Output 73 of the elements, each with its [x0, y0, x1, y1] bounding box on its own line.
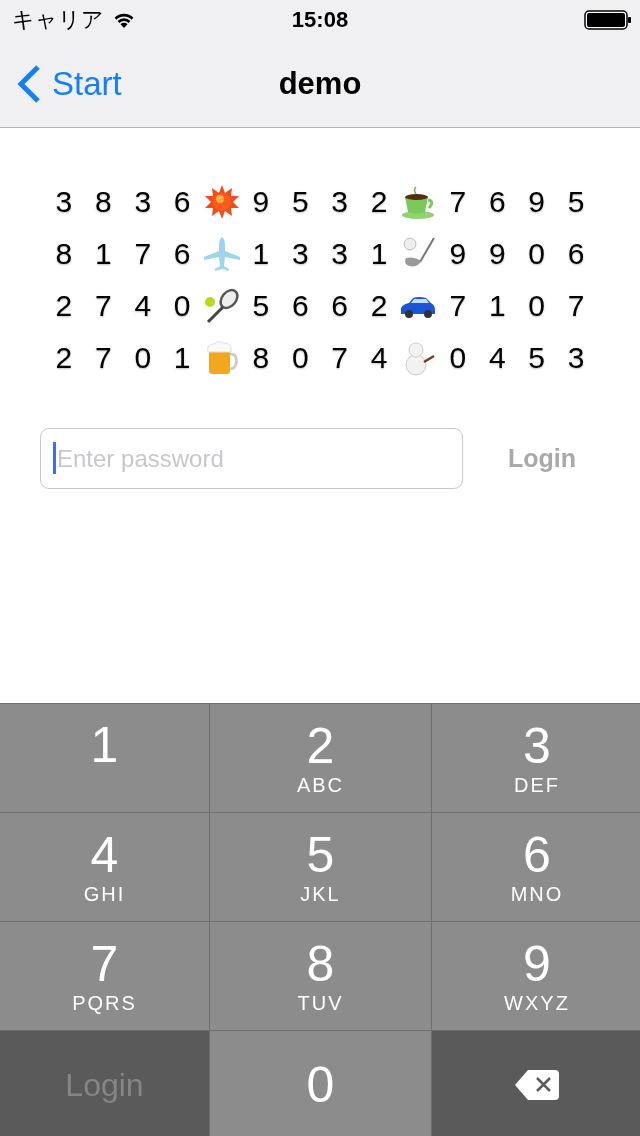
digit: 3 [331, 237, 349, 271]
keypad-key[interactable]: 8 TUV [210, 922, 431, 1030]
digit: 6 [173, 237, 191, 271]
digit: 7 [95, 289, 112, 323]
screen-title: demo [278, 65, 362, 102]
clock: 15:08 [291, 7, 349, 33]
digit: 7 [134, 237, 152, 271]
digit: 5 [252, 289, 270, 323]
keypad-key[interactable]: 3 DEF [432, 704, 640, 812]
keypad-key[interactable]: 7 PQRS [0, 922, 209, 1030]
digit: 2 [370, 185, 388, 219]
digit: 1 [252, 237, 270, 271]
digit: 2 [55, 289, 73, 323]
text-cursor [53, 442, 56, 474]
backspace-icon [514, 1069, 560, 1101]
digit: 2 [55, 341, 73, 375]
digit: 8 [55, 237, 73, 271]
digit: 6 [291, 289, 309, 323]
digit: 7 [449, 185, 467, 219]
digit: 0 [449, 341, 467, 375]
digit: 9 [528, 185, 545, 219]
digit: 6 [331, 289, 349, 323]
digit: 1 [95, 237, 112, 271]
digit: 1 [370, 237, 388, 271]
digit: 5 [567, 185, 585, 219]
keypad-key[interactable]: 2 ABC [210, 704, 431, 812]
back-button[interactable]: Start [0, 53, 122, 114]
tennis-racket-icon [203, 288, 240, 324]
digit: 3 [291, 237, 309, 271]
keypad-key[interactable]: 9 WXYZ [432, 922, 640, 1030]
digit: 1 [488, 289, 506, 323]
digit: 3 [567, 341, 585, 375]
digit: 1 [173, 341, 191, 375]
digit: 4 [134, 289, 152, 323]
digit: 7 [331, 341, 349, 375]
digit: 0 [173, 289, 191, 323]
back-chevron-icon [16, 63, 42, 104]
battery-icon [584, 10, 632, 30]
digit: 3 [134, 185, 152, 219]
digit: 5 [528, 341, 545, 375]
delete-key[interactable] [432, 1031, 640, 1136]
digit: 9 [449, 237, 467, 271]
digit: 8 [252, 341, 270, 375]
password-field[interactable]: Enter password [40, 428, 463, 489]
digit: 0 [528, 289, 545, 323]
digit: 3 [331, 185, 349, 219]
digit: 7 [567, 289, 585, 323]
digit: 4 [370, 341, 388, 375]
sun-icon [203, 184, 240, 220]
digit: 4 [488, 341, 506, 375]
keypad-key[interactable]: 6 MNO [432, 813, 640, 921]
digit: 0 [291, 341, 309, 375]
digit: 8 [95, 185, 112, 219]
digit: 6 [488, 185, 506, 219]
tea-cup-icon [400, 184, 437, 220]
wifi-icon [112, 11, 136, 29]
keypad-key[interactable]: 1 [0, 704, 209, 812]
digit: 3 [55, 185, 73, 219]
keypad-key[interactable]: 5 JKL [210, 813, 431, 921]
digit: 7 [449, 289, 467, 323]
digit: 0 [134, 341, 152, 375]
carrier-name: キャリア [12, 6, 104, 34]
digit: 5 [291, 185, 309, 219]
keypad-key[interactable]: 0 [210, 1031, 431, 1136]
digit: 6 [567, 237, 585, 271]
airplane-icon [202, 236, 241, 272]
digit: 2 [370, 289, 388, 323]
digit: 9 [488, 237, 506, 271]
digit: 7 [95, 341, 112, 375]
digit: 0 [528, 237, 545, 271]
digit: 6 [173, 185, 191, 219]
keypad-key[interactable]: 4 GHI [0, 813, 209, 921]
digit: 9 [252, 185, 270, 219]
